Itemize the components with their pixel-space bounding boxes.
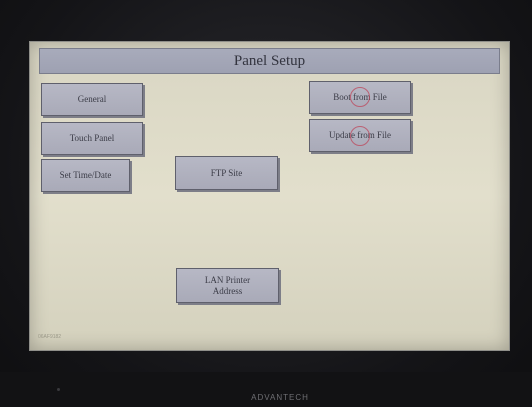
touch-panel-button[interactable]: Touch Panel: [41, 122, 143, 155]
device-brand-label: ADVANTECH: [251, 393, 309, 402]
general-button[interactable]: General: [41, 83, 143, 116]
panel-screen: Panel Setup General Touch Panel Set Time…: [29, 41, 510, 351]
ftp-site-button[interactable]: FTP Site: [175, 156, 278, 190]
general-button-label: General: [77, 94, 107, 104]
power-led-icon: [57, 388, 60, 391]
title-bar: Panel Setup: [39, 48, 500, 74]
boot-from-file-button-label: Boot from File: [333, 92, 387, 102]
lan-printer-button-label-line2: Address: [212, 285, 243, 296]
boot-from-file-button[interactable]: Boot from File: [309, 81, 411, 114]
set-time-date-button[interactable]: Set Time/Date: [41, 159, 130, 192]
version-label: 06AF9182: [38, 334, 62, 340]
set-time-date-button-label: Set Time/Date: [59, 170, 112, 180]
lan-printer-address-button[interactable]: LAN Printer Address: [176, 268, 279, 303]
touch-panel-button-label: Touch Panel: [69, 133, 115, 143]
update-from-file-button[interactable]: Update from File: [309, 119, 411, 152]
ftp-site-button-label: FTP Site: [210, 167, 243, 178]
page-title: Panel Setup: [233, 53, 306, 69]
update-from-file-button-label: Update from File: [329, 130, 391, 140]
lan-printer-button-label-line1: LAN Printer: [204, 274, 251, 285]
